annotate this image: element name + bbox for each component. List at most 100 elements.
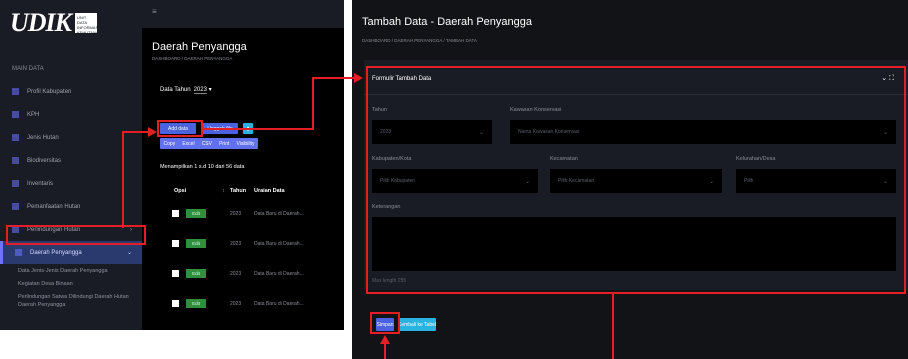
back-to-table-button[interactable]: Kembali ke Tabel	[398, 318, 436, 331]
sidebar-item-4[interactable]: Inventaris	[0, 172, 142, 195]
table-info: Menampilkan 1 s.d 10 dari 56 data	[160, 164, 245, 170]
sidebar-item-3[interactable]: Biodiversitas	[0, 149, 142, 172]
chevron-down-icon: ⌄	[708, 178, 714, 185]
connector-line-7	[384, 344, 386, 359]
export-tools: Copy Excel CSV Print Visibility	[160, 138, 258, 149]
kabupaten-select[interactable]: Pilih Kabupaten ⌄	[372, 169, 538, 193]
tahun-select-value: 2023	[380, 129, 392, 135]
header-uraian[interactable]: Uraian Data	[254, 188, 285, 194]
desa-select-value: Pilih	[744, 178, 754, 184]
chevron-icon: ›	[130, 226, 132, 233]
sidebar-item-2[interactable]: Jenis Hutan	[0, 126, 142, 149]
table-row: Edit 2023 Data Baru di Daerah...	[160, 200, 344, 230]
add-data-button[interactable]: Add data	[160, 123, 196, 134]
kawasan-label: Kawasan Konservasi	[510, 107, 562, 113]
arrow-up-icon	[380, 335, 390, 344]
edit-button[interactable]: Edit	[186, 299, 206, 308]
row-checkbox[interactable]	[172, 270, 179, 277]
edit-button[interactable]: Edit	[186, 239, 206, 248]
kecamatan-label: Kecamatan	[550, 156, 578, 162]
connector-line-1	[122, 132, 124, 228]
sidebar-item-1[interactable]: KPH	[0, 103, 142, 126]
tahun-label: Tahun	[372, 107, 387, 113]
sidebar-menu: Profil Kabupaten KPH Jenis Hutan Biodiversi…	[0, 80, 142, 314]
sidebar-item-label: Perlindungan Hutan	[27, 226, 81, 233]
shield-icon	[12, 226, 19, 233]
chevron-down-icon: ⌄	[882, 178, 888, 185]
chevron-down-icon: ⌄	[478, 129, 484, 136]
form-breadcrumb: DASHBOARD / DAERAH PENYANGGA / TAMBAH DA…	[362, 38, 477, 43]
kecamatan-select-value: Pilih Kecamatan	[558, 178, 595, 184]
table-row: Edit 2023 Data Baru di Daerah...	[160, 290, 344, 320]
sidebar-item-5[interactable]: Pemanfaatan Hutan	[0, 195, 142, 218]
sidebar-item-label: Biodiversitas	[27, 157, 62, 164]
tool-excel-button[interactable]: Excel	[182, 141, 194, 147]
collapse-icon[interactable]: ⌄ ⛶	[881, 74, 894, 83]
hamburger-icon[interactable]: ≡	[152, 7, 157, 16]
row-year: 2023	[230, 301, 242, 307]
header-opsi[interactable]: Opsi	[174, 188, 186, 194]
row-checkbox[interactable]	[172, 210, 179, 217]
arrow-right-icon	[354, 73, 363, 83]
sidebar-item-0[interactable]: Profil Kabupaten	[0, 80, 142, 103]
sidebar-item-label: Inventaris	[27, 180, 54, 187]
chart-icon	[12, 203, 19, 210]
kabupaten-label: Kabupaten/Kota	[372, 156, 412, 162]
logo-text: UDIK	[10, 8, 72, 37]
year-filter-value[interactable]: 2023	[193, 87, 207, 94]
forest-icon	[12, 134, 19, 141]
breadcrumb: DASHBOARD / DAERAH PENYANGGA	[152, 56, 233, 61]
box-icon	[12, 180, 19, 187]
form-page-title: Tambah Data - Daerah Penyangga	[362, 16, 532, 28]
row-checkbox[interactable]	[172, 300, 179, 307]
kecamatan-select[interactable]: Pilih Kecamatan ⌄	[550, 169, 722, 193]
connector-line-4	[203, 128, 313, 130]
save-button[interactable]: Simpan	[376, 318, 394, 331]
row-year: 2023	[230, 271, 242, 277]
add-form-screenshot: Tambah Data - Daerah Penyangga DASHBOARD…	[352, 0, 908, 359]
sidebar-item-label: Daerah Penyangga	[30, 249, 82, 256]
main-content: Daerah Penyangga DASHBOARD / DAERAH PENY…	[142, 28, 344, 330]
header-tahun[interactable]: Tahun	[230, 188, 246, 194]
document-icon	[12, 88, 19, 95]
sidebar-item-6[interactable]: Perlindungan Hutan ›	[0, 218, 142, 241]
sidebar: UDIK UNIT DATA INFORMASI KEHUTANAN MAIN …	[0, 0, 142, 330]
sidebar-item-label: Profil Kabupaten	[27, 88, 72, 95]
sidebar-item-label: Pemanfaatan Hutan	[27, 203, 81, 210]
tool-csv-button[interactable]: CSV	[202, 141, 212, 147]
leaf-icon	[12, 157, 19, 164]
sidebar-subitem[interactable]: Data Jenis-Jenis Daerah Penyangga	[0, 267, 142, 275]
tool-copy-button[interactable]: Copy	[164, 141, 176, 147]
form-divider	[364, 94, 908, 95]
chevron-icon: ⌄	[126, 250, 132, 256]
sidebar-item-7[interactable]: Daerah Penyangga ⌄	[0, 241, 142, 264]
edit-button[interactable]: Edit	[186, 269, 206, 278]
year-filter[interactable]: Data Tahun 2023 ▾	[160, 86, 212, 94]
edit-button[interactable]: Edit	[186, 209, 206, 218]
desa-label: Kelurahan/Desa	[736, 156, 776, 162]
row-desc: Data Baru di Daerah...	[254, 271, 304, 277]
list-icon	[15, 249, 22, 256]
tree-icon	[12, 111, 19, 118]
tool-print-button[interactable]: Print	[219, 141, 229, 147]
tutorial-composite: UDIK UNIT DATA INFORMASI KEHUTANAN MAIN …	[0, 0, 908, 359]
sidebar-subitem[interactable]: Perlindungan Satwa Dilindungi Daerah Hut…	[0, 293, 142, 309]
row-desc: Data Baru di Daerah...	[254, 241, 304, 247]
tahun-select[interactable]: 2023 ⌄	[372, 120, 492, 144]
kawasan-select-value: Nama Kawasan Konservasi	[518, 129, 580, 135]
row-desc: Data Baru di Daerah...	[254, 301, 304, 307]
chevron-down-icon: ⌄	[882, 129, 888, 136]
sidebar-subitem[interactable]: Kegiatan Desa Binaan	[0, 280, 142, 288]
row-checkbox[interactable]	[172, 240, 179, 247]
form-title: Formulir Tambah Data	[372, 76, 432, 82]
tool-visibility-button[interactable]: Visibility	[236, 141, 254, 147]
desa-select[interactable]: Pilih ⌄	[736, 169, 896, 193]
arrow-right-icon	[148, 127, 157, 137]
list-page-screenshot: UDIK UNIT DATA INFORMASI KEHUTANAN MAIN …	[0, 0, 344, 330]
kawasan-select[interactable]: Nama Kawasan Konservasi ⌄	[510, 120, 896, 144]
connector-line-5	[312, 77, 356, 79]
page-title: Daerah Penyangga	[152, 41, 247, 53]
keterangan-textarea[interactable]	[372, 217, 896, 271]
logo-mark: UNIT DATA INFORMASI KEHUTANAN	[75, 13, 102, 35]
chevron-down-icon: ⌄	[524, 178, 530, 185]
